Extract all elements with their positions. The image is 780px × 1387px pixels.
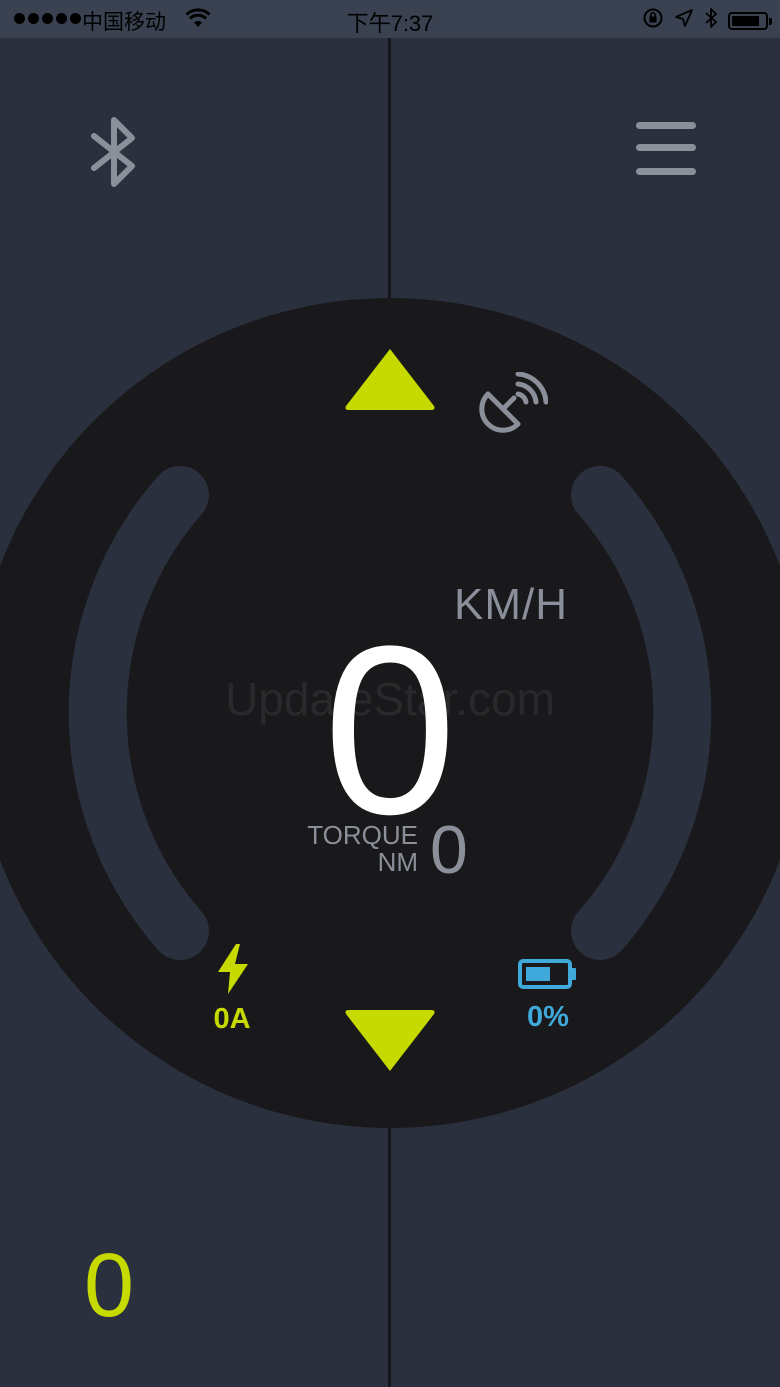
bottom-value: 0 [84, 1236, 135, 1336]
battery-value: 0% [527, 1001, 569, 1033]
lightning-bolt-icon [218, 944, 248, 994]
bluetooth-icon [91, 117, 135, 187]
triangle-up-icon [345, 349, 435, 410]
center-divider-bottom [388, 1120, 391, 1387]
increase-button[interactable] [340, 344, 440, 414]
current-value: 0A [213, 1003, 251, 1035]
triangle-down-icon [345, 1010, 435, 1071]
status-bar: 中国移动 下午7:37 [0, 0, 780, 38]
satellite-dish-icon [474, 371, 549, 446]
center-divider-top [388, 38, 391, 300]
decrease-button[interactable] [340, 1006, 440, 1076]
right-arc-track [571, 466, 712, 960]
battery-icon [518, 959, 576, 989]
torque-label-name: TORQUE [307, 820, 418, 850]
battery-indicator: 0% [510, 958, 586, 1034]
torque-label: TORQUE NM [307, 822, 418, 876]
speed-value: 0 [323, 596, 457, 864]
menu-button[interactable] [632, 118, 700, 182]
status-indicators [642, 7, 772, 35]
left-arc-track [68, 466, 209, 960]
battery-status-icon [728, 12, 772, 30]
bluetooth-status-icon [704, 7, 718, 35]
rotation-lock-icon [642, 7, 664, 35]
app-screen: 中国移动 下午7:37 KM/H 0 TORQUE NM 0 0A 0% 0 [0, 0, 780, 1387]
bluetooth-button[interactable] [86, 114, 142, 190]
torque-label-unit: NM [377, 847, 418, 877]
current-indicator: 0A [198, 942, 266, 1036]
torque-value: 0 [430, 812, 468, 888]
location-icon [674, 8, 694, 34]
